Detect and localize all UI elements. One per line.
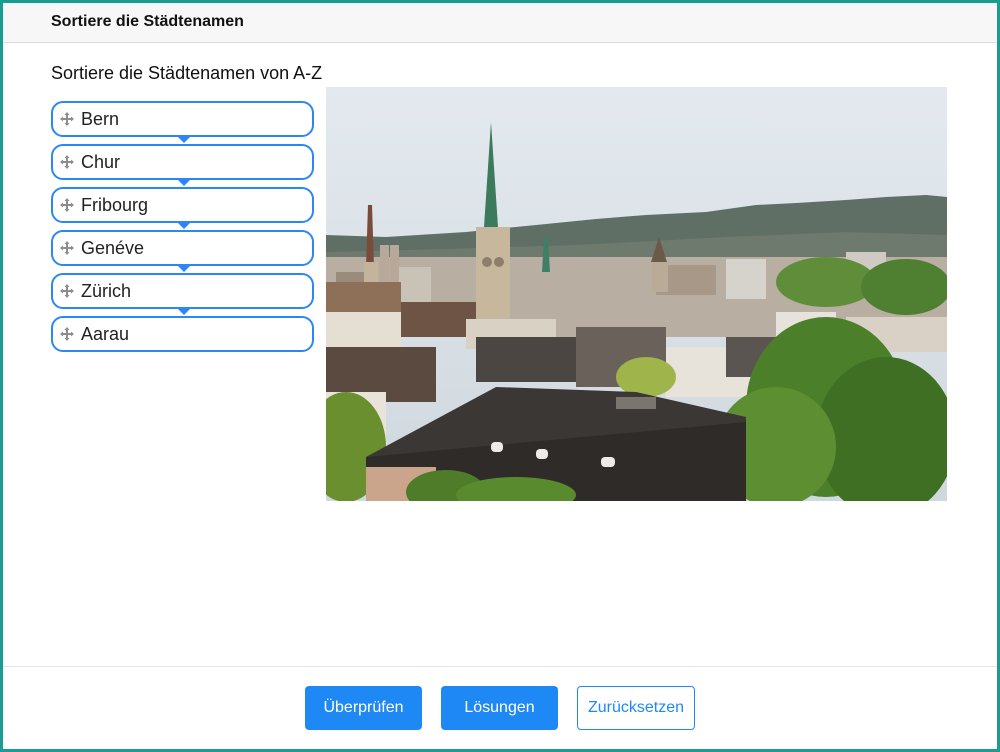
- item-label: Genéve: [81, 238, 145, 258]
- drag-handle-icon[interactable]: [60, 112, 74, 126]
- connector-arrow: [177, 136, 191, 143]
- solutions-button[interactable]: Lösungen: [441, 686, 558, 730]
- sortable-item[interactable]: Zürich: [51, 273, 314, 315]
- connector-arrow: [177, 308, 191, 315]
- item-label: Fribourg: [81, 195, 149, 215]
- item-label: Chur: [81, 152, 121, 172]
- sortable-list: Bern Chur Fribourg Genéve Zürich Aarau: [51, 101, 314, 359]
- drag-handle-icon[interactable]: [60, 198, 74, 212]
- drag-handle-icon[interactable]: [60, 284, 74, 298]
- sortable-item[interactable]: Aarau: [51, 316, 314, 352]
- footer-divider: [3, 666, 997, 667]
- city-photo-illustration: [326, 87, 947, 501]
- sortable-item[interactable]: Bern: [51, 101, 314, 143]
- task-instruction: Sortiere die Städtenamen von A-Z: [51, 63, 323, 83]
- page-title: Sortiere die Städtenamen: [51, 13, 244, 30]
- connector-arrow: [177, 179, 191, 186]
- drag-handle-icon[interactable]: [60, 241, 74, 255]
- header-bar: Sortiere die Städtenamen: [3, 3, 997, 43]
- sortable-item[interactable]: Chur: [51, 144, 314, 186]
- connector-arrow: [177, 222, 191, 229]
- city-photo: [326, 87, 947, 501]
- connector-arrow: [177, 265, 191, 272]
- check-button[interactable]: Überprüfen: [305, 686, 422, 730]
- item-label: Zürich: [81, 281, 132, 301]
- item-label: Bern: [81, 109, 120, 129]
- reset-button[interactable]: Zurücksetzen: [577, 686, 695, 730]
- item-label: Aarau: [81, 324, 130, 344]
- drag-handle-icon[interactable]: [60, 327, 74, 341]
- drag-handle-icon[interactable]: [60, 155, 74, 169]
- sortable-item[interactable]: Genéve: [51, 230, 314, 272]
- sortable-item[interactable]: Fribourg: [51, 187, 314, 229]
